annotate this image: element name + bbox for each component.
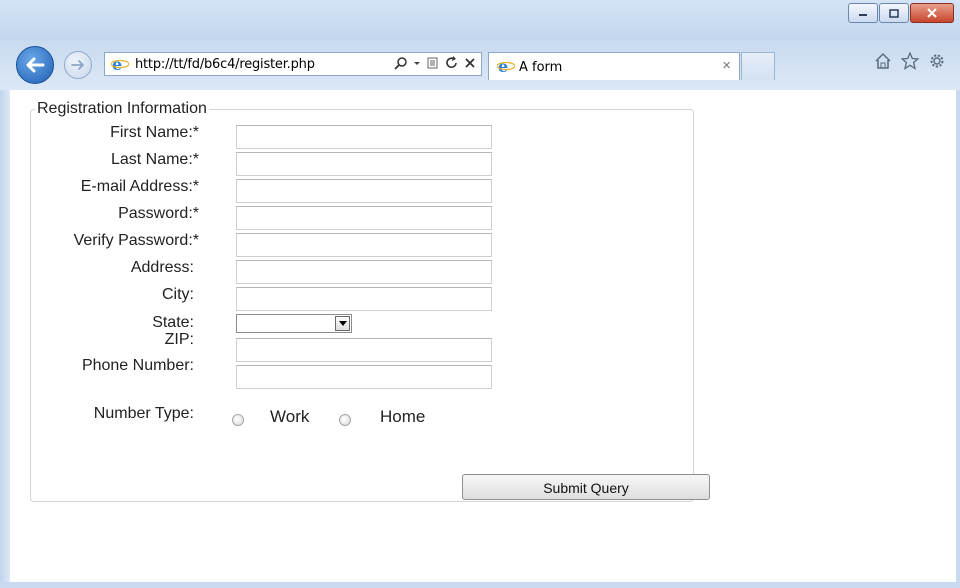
city-label: City:: [162, 286, 194, 303]
password-input[interactable]: [236, 206, 492, 230]
verify-password-input[interactable]: [236, 233, 492, 257]
window-controls: [847, 3, 954, 23]
gear-icon[interactable]: [928, 52, 946, 70]
window-border-left: [0, 90, 10, 588]
refresh-icon[interactable]: [445, 56, 459, 70]
compatibility-view-icon[interactable]: [426, 56, 440, 70]
radio-work-label: Work: [270, 407, 310, 426]
svg-text:e: e: [112, 56, 122, 72]
new-tab-button[interactable]: [741, 52, 775, 80]
back-button[interactable]: [16, 46, 54, 84]
verify-password-label: Verify Password:*: [73, 232, 199, 249]
address-tools: [394, 56, 476, 70]
registration-fieldset: Registration Information First Name:* La…: [30, 100, 710, 502]
tab-title: A form: [519, 60, 563, 75]
address-url: http://tt/fd/b6c4/register.php: [135, 57, 315, 72]
home-icon[interactable]: [874, 52, 892, 70]
window-border-bottom: [0, 582, 960, 588]
close-icon: [927, 8, 937, 18]
forward-button[interactable]: [64, 51, 92, 79]
state-select[interactable]: [236, 314, 352, 333]
last-name-input[interactable]: [236, 152, 492, 176]
maximize-icon: [889, 8, 899, 18]
password-label: Password:*: [118, 205, 199, 222]
state-label: State:: [152, 314, 194, 331]
radio-home[interactable]: [339, 414, 351, 426]
first-name-input[interactable]: [236, 125, 492, 149]
zip-input[interactable]: [236, 338, 492, 362]
command-icons: [874, 52, 946, 70]
title-bar: [0, 0, 960, 40]
tab-a-form[interactable]: e A form ×: [488, 52, 740, 80]
radio-work[interactable]: [232, 414, 244, 426]
chevron-down-icon[interactable]: [335, 316, 350, 331]
dropdown-arrow-icon[interactable]: [413, 56, 421, 70]
ie-logo-icon: e: [110, 55, 130, 77]
email-input[interactable]: [236, 179, 492, 203]
number-type-label: Number Type:: [93, 405, 194, 422]
phone-number-input[interactable]: [236, 365, 492, 389]
fieldset-legend: Registration Information: [37, 100, 207, 117]
city-input[interactable]: [236, 287, 492, 311]
stop-icon[interactable]: [464, 56, 476, 70]
window-border-right: [956, 90, 960, 588]
address-label: Address:: [130, 259, 194, 276]
zip-label: ZIP:: [164, 331, 194, 348]
back-arrow-icon: [26, 57, 45, 73]
minimize-icon: [859, 14, 867, 16]
tab-close-button[interactable]: ×: [722, 57, 731, 74]
favorites-star-icon[interactable]: [901, 52, 919, 70]
address-bar[interactable]: e http://tt/fd/b6c4/register.php: [104, 52, 482, 76]
minimize-button[interactable]: [848, 3, 878, 23]
address-input[interactable]: [236, 260, 492, 284]
email-label: E-mail Address:*: [80, 178, 199, 195]
phone-number-label: Phone Number:: [81, 357, 194, 374]
svg-text:e: e: [498, 58, 508, 74]
forward-arrow-icon: [71, 60, 84, 70]
navigation-bar: e http://tt/fd/b6c4/register.php e A for…: [0, 40, 960, 90]
close-button[interactable]: [910, 3, 954, 23]
maximize-button[interactable]: [879, 3, 909, 23]
radio-home-label: Home: [380, 407, 426, 426]
last-name-label: Last Name:*: [110, 151, 199, 168]
first-name-label: First Name:*: [110, 124, 199, 141]
submit-button[interactable]: Submit Query: [462, 474, 710, 500]
search-icon[interactable]: [394, 56, 408, 70]
ie-logo-icon: e: [496, 57, 516, 79]
page-content: Registration Information First Name:* La…: [10, 90, 956, 582]
